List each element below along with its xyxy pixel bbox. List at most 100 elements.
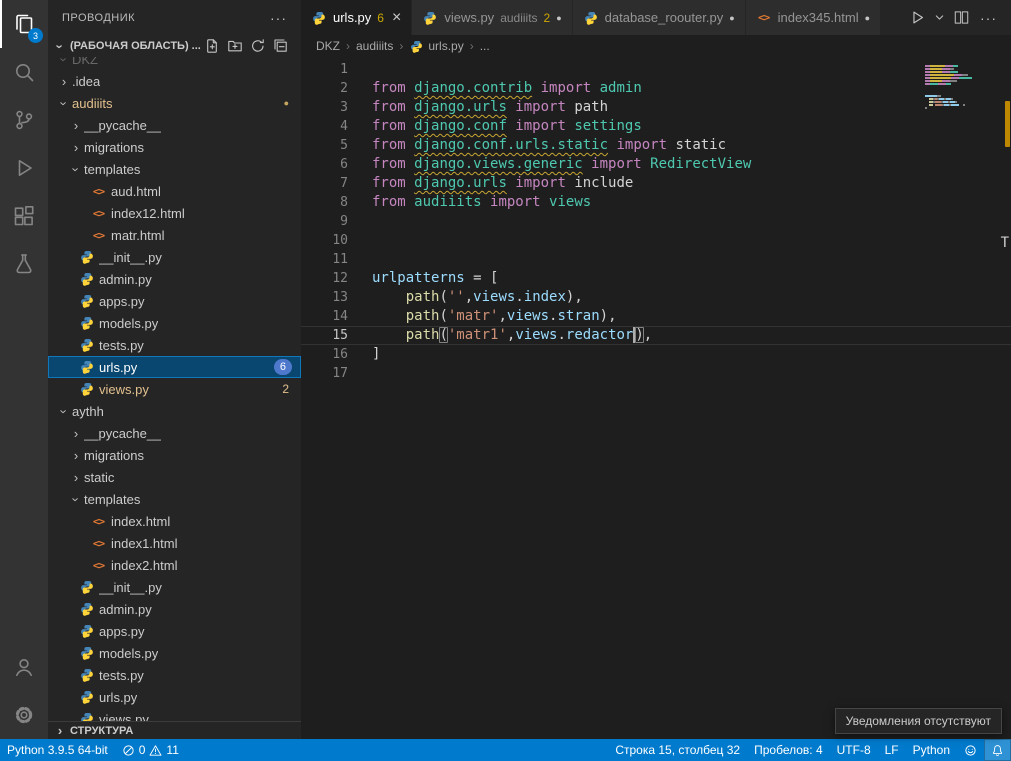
split-editor-button[interactable] (951, 7, 972, 28)
tree-item-admin-py[interactable]: admin.py (48, 598, 301, 620)
code-line-text: path('matr1',views.redactor), (348, 326, 652, 345)
workspace-section-label: (РАБОЧАЯ ОБЛАСТЬ) ... (70, 40, 201, 52)
problems-badge: 6 (274, 359, 292, 375)
tree-item-aythh[interactable]: ›aythh (48, 400, 301, 422)
code-token: django.contrib (414, 80, 532, 96)
activity-item-search[interactable] (0, 48, 48, 96)
tree-item-tests-py[interactable]: tests.py (48, 334, 301, 356)
tree-item-templates[interactable]: ›templates (48, 488, 301, 510)
tree-item-admin-py[interactable]: admin.py (48, 268, 301, 290)
code-token: ( (439, 308, 447, 324)
tree-item-templates[interactable]: ›templates (48, 158, 301, 180)
more-actions-button[interactable]: ··· (976, 10, 1001, 26)
tree-item-DKZ[interactable]: ›DKZ (48, 57, 301, 70)
chevron-down-icon: › (57, 57, 72, 67)
notifications-bell-button[interactable] (984, 739, 1011, 761)
refresh-icon[interactable] (250, 38, 266, 54)
tree-item-audiiits[interactable]: ›audiiits● (48, 92, 301, 114)
tree-item-label: templates (84, 492, 140, 507)
cursor-position-status[interactable]: Строка 15, столбец 32 (608, 739, 747, 761)
minimap-segment (955, 101, 957, 103)
tree-item-label: aythh (72, 404, 104, 419)
chevron-right-icon: › (68, 426, 84, 441)
tab-index345-html[interactable]: <> index345.html ● (746, 0, 881, 35)
close-icon[interactable]: × (392, 10, 401, 26)
tree-item-urls-py[interactable]: urls.py 6 (48, 356, 301, 378)
tree-item-static[interactable]: ›static (48, 466, 301, 488)
run-dropdown-chevron-icon[interactable] (932, 10, 947, 25)
tree-item-urls-py[interactable]: urls.py (48, 686, 301, 708)
tree-item-apps-py[interactable]: apps.py (48, 290, 301, 312)
outline-section-header[interactable]: › СТРУКТУРА (48, 721, 301, 739)
code-token: , (465, 289, 473, 305)
activity-item-extensions[interactable] (0, 192, 48, 240)
modified-dot-icon[interactable]: ● (556, 13, 561, 23)
tree-item-index1-html[interactable]: <>index1.html (48, 532, 301, 554)
tree-item-index-html[interactable]: <>index.html (48, 510, 301, 532)
activity-item-run-debug[interactable] (0, 144, 48, 192)
breadcrumb-item-audiiits[interactable]: audiiits (356, 39, 393, 53)
tree-item-migrations[interactable]: ›migrations (48, 136, 301, 158)
minimap[interactable] (925, 62, 997, 113)
problems-status[interactable]: 0 11 (115, 739, 186, 761)
tab-urls-py[interactable]: urls.py 6 × (301, 0, 412, 35)
workspace-section-header[interactable]: › (РАБОЧАЯ ОБЛАСТЬ) ... (48, 35, 301, 57)
new-file-icon[interactable] (204, 38, 220, 54)
code-token: ] (372, 346, 380, 362)
tree-item-label: aud.html (111, 184, 161, 199)
encoding-status[interactable]: UTF-8 (830, 739, 878, 761)
tree-item-index2-html[interactable]: <>index2.html (48, 554, 301, 576)
code-token: ( (439, 327, 447, 343)
tree-item-models-py[interactable]: models.py (48, 642, 301, 664)
indentation-status[interactable]: Пробелов: 4 (747, 739, 830, 761)
minimap-segment (946, 83, 951, 85)
new-folder-icon[interactable] (227, 38, 243, 54)
code-line-text (348, 231, 372, 250)
modified-dot-icon[interactable]: ● (865, 13, 870, 23)
tree-item-views-py[interactable]: views.py (48, 708, 301, 721)
code-token: 'matr1' (448, 327, 507, 343)
tree-item--init-py[interactable]: __init__.py (48, 576, 301, 598)
tree-item--init-py[interactable]: __init__.py (48, 246, 301, 268)
tab-label: urls.py (333, 10, 371, 25)
run-python-file-button[interactable] (907, 7, 928, 28)
tab-database-roouter-py[interactable]: database_roouter.py ● (573, 0, 746, 35)
code-line-text: ] (348, 345, 380, 364)
activity-item-accounts[interactable] (0, 643, 48, 691)
tab-views-py[interactable]: views.py audiiits 2 ● (412, 0, 572, 35)
tree-item--idea[interactable]: ›.idea (48, 70, 301, 92)
tree-item-models-py[interactable]: models.py (48, 312, 301, 334)
sidebar-more-actions-icon[interactable]: ··· (270, 10, 287, 26)
tree-item-apps-py[interactable]: apps.py (48, 620, 301, 642)
code-line-text: from audiiits import views (348, 193, 591, 212)
activity-item-settings[interactable] (0, 691, 48, 739)
breadcrumb-item-dkz[interactable]: DKZ (316, 39, 340, 53)
tree-item-label: urls.py (99, 360, 137, 375)
tree-item-views-py[interactable]: views.py2 (48, 378, 301, 400)
collapse-all-icon[interactable] (273, 38, 289, 54)
code-editor[interactable]: 12from django.contrib import admin3from … (301, 57, 1011, 739)
activity-item-explorer[interactable]: 3 (0, 0, 48, 48)
language-mode-status[interactable]: Python (906, 739, 957, 761)
eol-status[interactable]: LF (878, 739, 906, 761)
python-interpreter-status[interactable]: Python 3.9.5 64-bit (0, 739, 115, 761)
feedback-smiley-icon (964, 744, 977, 757)
tree-item-aud-html[interactable]: <>aud.html (48, 180, 301, 202)
modified-dot-icon[interactable]: ● (729, 13, 734, 23)
breadcrumb-item-urls-py[interactable]: urls.py (428, 39, 463, 53)
chevron-right-icon: › (68, 448, 84, 463)
tree-item-migrations[interactable]: ›migrations (48, 444, 301, 466)
tree-item--pycache-[interactable]: ›__pycache__ (48, 422, 301, 444)
activity-item-source-control[interactable] (0, 96, 48, 144)
tree-item-tests-py[interactable]: tests.py (48, 664, 301, 686)
tab-problems-count: 2 (544, 11, 551, 25)
feedback-button[interactable] (957, 739, 984, 761)
tree-item-matr-html[interactable]: <>matr.html (48, 224, 301, 246)
explorer-actions (204, 38, 297, 54)
tree-item--pycache-[interactable]: ›__pycache__ (48, 114, 301, 136)
tree-item-index12-html[interactable]: <>index12.html (48, 202, 301, 224)
breadcrumb-item-more[interactable]: ... (480, 39, 490, 53)
activity-item-testing[interactable] (0, 240, 48, 288)
html-file-icon: <> (89, 185, 108, 198)
line-number: 16 (301, 345, 348, 364)
